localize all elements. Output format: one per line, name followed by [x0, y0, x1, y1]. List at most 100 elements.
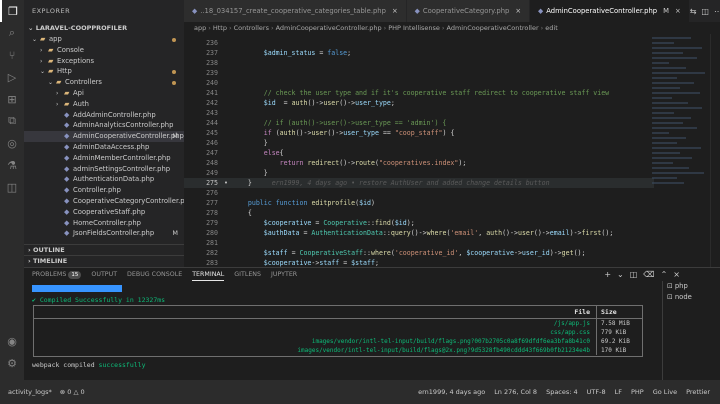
editor-tab[interactable]: ◆ ..18_034157_create_cooperative_categori…	[184, 0, 407, 22]
docker-icon[interactable]: ◫	[0, 176, 24, 198]
file-item[interactable]: ◆ JsonFieldsController.php M	[24, 228, 184, 239]
file-item[interactable]: ◆ AdminMemberController.php	[24, 153, 184, 164]
file-item[interactable]: ◆ AdminDataAccess.php	[24, 142, 184, 153]
code-line[interactable]: 276	[184, 188, 654, 198]
code-line[interactable]: 248 return redirect()->route("cooperativ…	[184, 158, 654, 168]
file-item[interactable]: ◆ CooperativeStaff.php	[24, 207, 184, 218]
gitlens-icon[interactable]: ◎	[0, 132, 24, 154]
minimap[interactable]	[652, 34, 708, 267]
status-item[interactable]: UTF-8	[587, 388, 606, 396]
status-item[interactable]: PHP	[631, 388, 644, 396]
folder-item[interactable]: ⌄ ▰ app	[24, 34, 184, 45]
code-line[interactable]: 242 $id = auth()->user()->user_type;	[184, 98, 654, 108]
code-line[interactable]: 277 public function editprofile($id)	[184, 198, 654, 208]
folder-item[interactable]: ⌄ ▰ Controllers	[24, 77, 184, 88]
code-line[interactable]: 244 // if (auth()->user()->user_type == …	[184, 118, 654, 128]
panel-tab-problems[interactable]: PROBLEMS 15	[32, 268, 82, 281]
timeline-section[interactable]: › TIMELINE	[24, 255, 184, 266]
status-item[interactable]: activity_logs*	[8, 388, 52, 396]
file-item[interactable]: ◆ CooperativeCategoryController.php	[24, 196, 184, 207]
folder-item[interactable]: › ▰ Api	[24, 88, 184, 99]
gear-icon[interactable]: ⚙	[0, 352, 24, 374]
panel-tab-debug-console[interactable]: DEBUG CONSOLE	[127, 268, 182, 281]
panel-tab-output[interactable]: OUTPUT	[91, 268, 117, 281]
account-icon[interactable]: ◉	[0, 330, 24, 352]
editor-scrollbar[interactable]	[710, 34, 720, 267]
close-icon[interactable]: ×	[515, 7, 521, 15]
code-line[interactable]: 246 }	[184, 138, 654, 148]
code-line[interactable]: 280 $authData = AuthenticationData::quer…	[184, 228, 654, 238]
file-item[interactable]: ◆ AuthenticationData.php	[24, 174, 184, 185]
status-item[interactable]: ern1999, 4 days ago	[418, 388, 485, 396]
breadcrumb-item[interactable]: edit	[545, 24, 557, 32]
testing-icon[interactable]: ⚗	[0, 154, 24, 176]
folder-item[interactable]: ⌄ ▰ Http	[24, 66, 184, 77]
breadcrumb-item[interactable]: PHP Intellisense	[388, 24, 440, 32]
open-changes-icon[interactable]: ⇆	[690, 7, 697, 16]
maximize-panel-icon[interactable]: ⌃	[661, 270, 668, 279]
add-terminal-icon[interactable]: +	[604, 270, 611, 279]
explorer-icon[interactable]: ❐	[0, 0, 24, 22]
code-line[interactable]: 282 $staff = CooperativeStaff::where('co…	[184, 248, 654, 258]
close-panel-icon[interactable]: ×	[673, 270, 680, 279]
editor-tab[interactable]: ◆ CooperativeCategory.php ×	[406, 0, 531, 22]
close-icon[interactable]: ×	[675, 7, 681, 15]
code-line[interactable]: 237 $admin_status = false;	[184, 48, 654, 58]
code-editor[interactable]: 236 237 $admin_status = false; 238 239 240 24…	[184, 34, 720, 267]
breadcrumb-item[interactable]: Controllers	[234, 24, 269, 32]
chevron-down-icon[interactable]: ⌄	[617, 270, 624, 279]
file-item[interactable]: ◆ adminSettingsController.php	[24, 164, 184, 175]
status-item[interactable]: LF	[615, 388, 622, 396]
file-item[interactable]: ◆ AdminCooperativeController.php M	[24, 131, 184, 142]
file-item[interactable]: ◆ AdminAnalyticsController.php	[24, 120, 184, 131]
breadcrumb-item[interactable]: app	[194, 24, 206, 32]
status-item[interactable]: ⊗ 0 △ 0	[60, 388, 85, 396]
code-line[interactable]: 283 $cooperative->staff = $staff;	[184, 258, 654, 267]
extensions-icon[interactable]: ⊞	[0, 88, 24, 110]
terminal-instance[interactable]: ⊡ node	[667, 292, 720, 303]
status-item[interactable]: Ln 276, Col 8	[494, 388, 537, 396]
status-item[interactable]: Prettier	[686, 388, 710, 396]
folder-item[interactable]: › ▰ Exceptions	[24, 56, 184, 67]
panel-tab-terminal[interactable]: TERMINAL	[192, 268, 225, 281]
status-item[interactable]: Go Live	[653, 388, 677, 396]
run-debug-icon[interactable]: ▷	[0, 66, 24, 88]
split-editor-icon[interactable]: ◫	[701, 7, 709, 16]
remote-explorer-icon[interactable]: ⧉	[0, 110, 24, 132]
close-icon[interactable]: ×	[392, 7, 398, 15]
breadcrumb-item[interactable]: AdminCooperativeController	[447, 24, 539, 32]
code-line[interactable]: 241 // check the user type and if it's c…	[184, 88, 654, 98]
search-icon[interactable]: ⌕	[0, 22, 24, 44]
breadcrumb-item[interactable]: AdminCooperativeController.php	[276, 24, 382, 32]
editor-tab[interactable]: ◆ AdminCooperativeController.php M ×	[530, 0, 690, 22]
code-line[interactable]: 243	[184, 108, 654, 118]
folder-item[interactable]: › ▰ Auth	[24, 99, 184, 110]
outline-section[interactable]: › OUTLINE	[24, 244, 184, 255]
code-line[interactable]: 249 }	[184, 168, 654, 178]
code-line[interactable]: 239	[184, 68, 654, 78]
breadcrumb-item[interactable]: Http	[213, 24, 227, 32]
code-line[interactable]: 281	[184, 238, 654, 248]
split-terminal-icon[interactable]: ◫	[630, 270, 638, 279]
code-line[interactable]: 247 else{	[184, 148, 654, 158]
file-item[interactable]: ◆ AddAdminController.php	[24, 110, 184, 121]
source-control-icon[interactable]: ⑂	[0, 44, 24, 66]
panel-tab-gitlens[interactable]: GITLENS	[234, 268, 261, 281]
code-line[interactable]: 275 • } ern1999, 4 days ago • restore Aut…	[184, 178, 654, 188]
trash-icon[interactable]: ⌫	[643, 270, 654, 279]
code-line[interactable]: 240	[184, 78, 654, 88]
code-line[interactable]: 238	[184, 58, 654, 68]
code-line[interactable]: 279 $cooperative = Cooperative::find($id…	[184, 218, 654, 228]
folder-item[interactable]: › ▰ Console	[24, 45, 184, 56]
more-actions-icon[interactable]: ⋯	[714, 7, 720, 16]
file-item[interactable]: ◆ HomeController.php	[24, 218, 184, 229]
terminal-instance[interactable]: ⊡ php	[667, 281, 720, 292]
code-line[interactable]: 236	[184, 38, 654, 48]
code-line[interactable]: 245 if (auth()->user()->user_type == "co…	[184, 128, 654, 138]
file-item[interactable]: ◆ Controller.php	[24, 185, 184, 196]
status-item[interactable]: Spaces: 4	[546, 388, 578, 396]
panel-tab-jupyter[interactable]: JUPYTER	[271, 268, 297, 281]
code-line[interactable]: 278 {	[184, 208, 654, 218]
project-root[interactable]: ⌄ LARAVEL-COOPPROFILER	[24, 22, 184, 34]
terminal-output[interactable]: ✔ Compiled Successfully in 12327ms File …	[32, 285, 643, 380]
